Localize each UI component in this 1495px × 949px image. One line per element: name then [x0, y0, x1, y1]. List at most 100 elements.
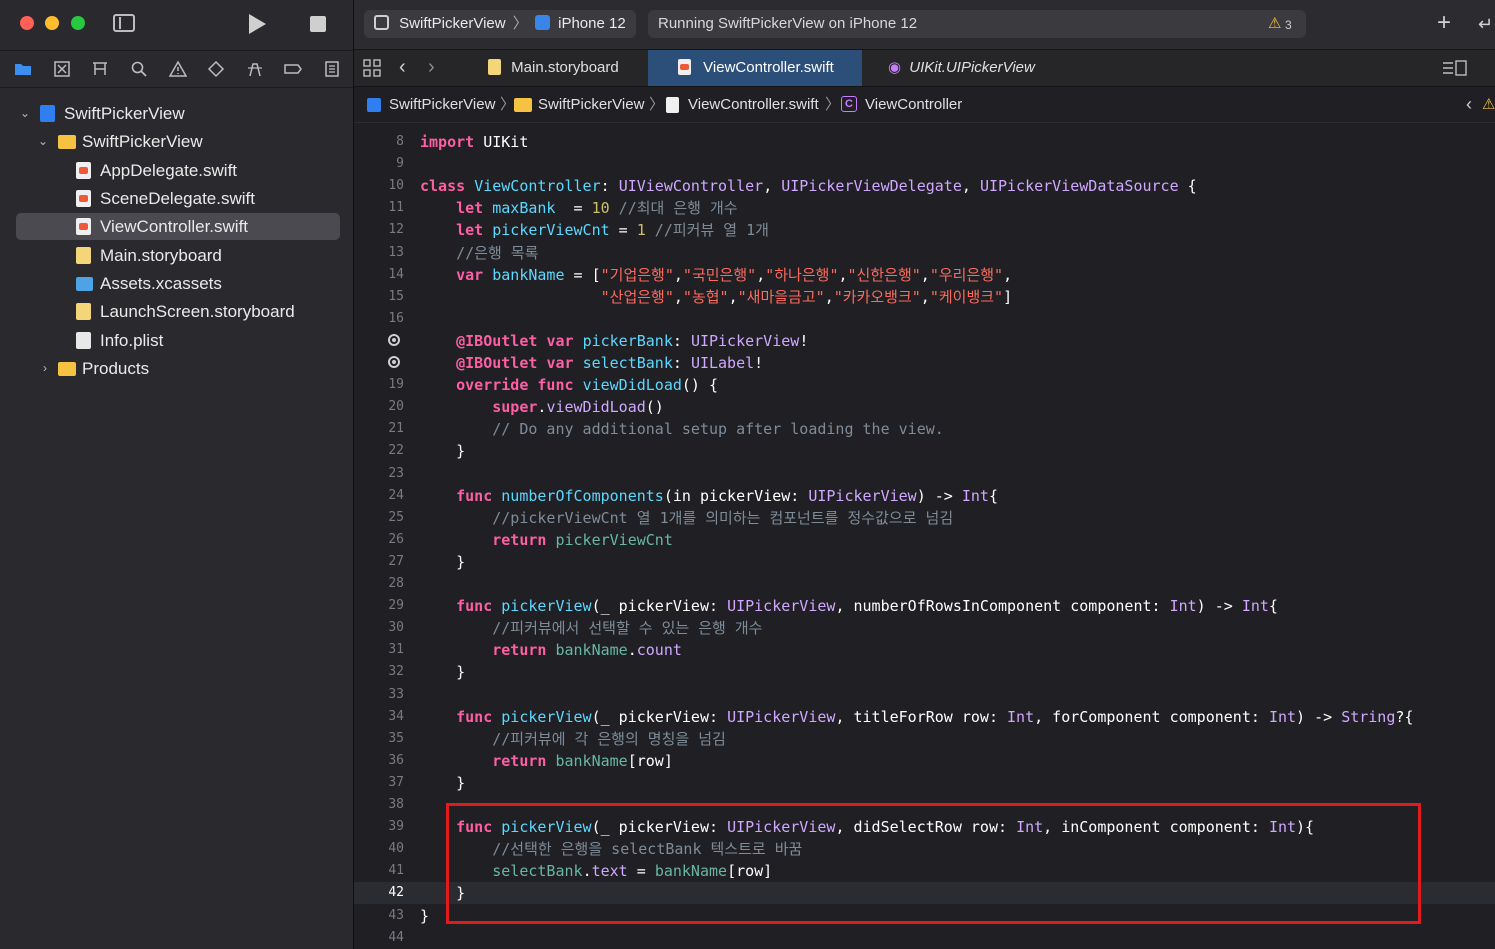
outlet-connection-icon[interactable] — [388, 356, 400, 368]
code-line[interactable]: 32 } — [354, 661, 1495, 683]
tree-item-file[interactable]: AppDelegate.swift — [16, 157, 340, 184]
run-icon[interactable] — [249, 14, 266, 34]
forward-icon[interactable]: › — [428, 56, 435, 79]
tree-item-file[interactable]: Info.plist — [16, 327, 340, 354]
tree-item-file-selected[interactable]: ViewController.swift — [16, 213, 340, 240]
line-number[interactable]: 39 — [354, 816, 404, 838]
code-line[interactable]: 20 super.viewDidLoad() — [354, 396, 1495, 418]
line-number[interactable]: 42 — [354, 882, 404, 904]
tree-item-file[interactable]: Main.storyboard — [16, 242, 340, 269]
jumpbar-symbol[interactable]: ViewController — [865, 87, 962, 122]
line-number[interactable]: 34 — [354, 706, 404, 728]
code-line[interactable]: 24 func numberOfComponents(in pickerView… — [354, 485, 1495, 507]
code-line[interactable]: 44 — [354, 927, 1495, 949]
code-line[interactable]: 11 let maxBank = 10 //최대 은행 개수 — [354, 197, 1495, 219]
code-line[interactable]: 22 } — [354, 440, 1495, 462]
chevron-left-icon[interactable]: ‹ — [1466, 87, 1472, 122]
jumpbar-file[interactable]: ViewController.swift — [688, 87, 819, 122]
grid-icon[interactable] — [363, 59, 381, 77]
scheme-selector[interactable]: SwiftPickerView 〉 iPhone 12 — [364, 10, 636, 38]
code-line[interactable]: 33 — [354, 684, 1495, 706]
jumpbar-project[interactable]: SwiftPickerView — [389, 87, 495, 122]
line-number[interactable]: 38 — [354, 794, 404, 816]
code-line[interactable]: 13 //은행 목록 — [354, 242, 1495, 264]
find-navigator-icon[interactable] — [130, 60, 148, 78]
line-number[interactable]: 11 — [354, 197, 404, 219]
breakpoint-navigator-icon[interactable] — [284, 60, 302, 78]
test-navigator-icon[interactable] — [207, 60, 225, 78]
code-line[interactable]: 30 //피커뷰에서 선택할 수 있는 은행 개수 — [354, 617, 1495, 639]
tree-item-file[interactable]: Assets.xcassets — [16, 270, 340, 297]
stop-icon[interactable] — [310, 16, 326, 32]
code-line[interactable]: 25 //pickerViewCnt 열 1개를 의미하는 컴포넌트를 정수값으… — [354, 507, 1495, 529]
tab-uikit-uipickerview[interactable]: ◉ UIKit.UIPickerView — [878, 50, 1078, 86]
line-number[interactable]: 29 — [354, 595, 404, 617]
code-line[interactable]: 36 return bankName[row] — [354, 750, 1495, 772]
issue-navigator-icon[interactable] — [168, 60, 188, 78]
code-line[interactable]: 21 // Do any additional setup after load… — [354, 418, 1495, 440]
tab-main-storyboard[interactable]: Main.storyboard — [478, 50, 638, 86]
outlet-connection-icon[interactable] — [388, 333, 400, 346]
code-line[interactable]: 10 class ViewController: UIViewController… — [354, 175, 1495, 197]
code-line[interactable]: 26 return pickerViewCnt — [354, 529, 1495, 551]
jumpbar-group[interactable]: SwiftPickerView — [538, 87, 644, 122]
code-line[interactable]: 35 //피커뷰에 각 은행의 명칭을 넘김 — [354, 728, 1495, 750]
code-line[interactable]: 14 var bankName = ["기업은행","국민은행","하나은행",… — [354, 264, 1495, 286]
line-number[interactable]: 13 — [354, 242, 404, 264]
code-line[interactable]: 31 return bankName.count — [354, 639, 1495, 661]
code-line[interactable]: 27 } — [354, 551, 1495, 573]
line-number[interactable]: 16 — [354, 308, 404, 330]
line-number[interactable]: 40 — [354, 838, 404, 860]
line-number[interactable]: 44 — [354, 927, 404, 949]
chevron-right-icon[interactable]: › — [38, 355, 52, 382]
line-number[interactable]: 31 — [354, 639, 404, 661]
code-line[interactable]: 9 — [354, 153, 1495, 175]
line-number[interactable]: 25 — [354, 507, 404, 529]
line-number[interactable]: 12 — [354, 219, 404, 241]
line-number[interactable]: 22 — [354, 440, 404, 462]
folder-navigator-icon[interactable] — [14, 60, 32, 78]
minimize-window-button[interactable] — [45, 16, 59, 30]
warning-icon[interactable]: ⚠ — [1268, 10, 1281, 38]
line-number[interactable]: 9 — [354, 153, 404, 175]
line-number[interactable]: 15 — [354, 286, 404, 308]
code-line[interactable]: 34 func pickerView(_ pickerView: UIPicke… — [354, 706, 1495, 728]
line-number[interactable]: 36 — [354, 750, 404, 772]
code-line[interactable]: @IBOutlet var pickerBank: UIPickerView! — [354, 330, 1495, 352]
source-control-navigator-icon[interactable] — [53, 60, 71, 78]
line-number[interactable]: 10 — [354, 175, 404, 197]
debug-navigator-icon[interactable] — [246, 60, 264, 78]
return-icon[interactable]: ↵ — [1478, 12, 1493, 36]
chevron-down-icon[interactable]: ⌄ — [18, 100, 32, 127]
code-line[interactable]: 8 import UIKit — [354, 131, 1495, 153]
tree-item-project[interactable]: ⌄ SwiftPickerView — [16, 100, 340, 127]
tree-item-file[interactable]: SceneDelegate.swift — [16, 185, 340, 212]
line-number[interactable]: 32 — [354, 661, 404, 683]
code-line[interactable]: 12 let pickerViewCnt = 1 //피커뷰 열 1개 — [354, 219, 1495, 241]
line-number[interactable]: 21 — [354, 418, 404, 440]
symbol-navigator-icon[interactable] — [91, 60, 109, 78]
line-number[interactable]: 37 — [354, 772, 404, 794]
close-window-button[interactable] — [20, 16, 34, 30]
tab-viewcontroller-swift[interactable]: ViewController.swift — [648, 50, 862, 86]
line-number[interactable]: 8 — [354, 131, 404, 153]
line-number[interactable]: 27 — [354, 551, 404, 573]
tree-item-group[interactable]: ⌄ SwiftPickerView — [16, 128, 340, 155]
back-icon[interactable]: ‹ — [399, 56, 406, 79]
line-number[interactable]: 41 — [354, 860, 404, 882]
inspector-toggle-icon[interactable] — [1442, 59, 1468, 77]
code-line[interactable]: 28 — [354, 573, 1495, 595]
code-line[interactable]: @IBOutlet var selectBank: UILabel! — [354, 352, 1495, 374]
code-line[interactable]: 37 } — [354, 772, 1495, 794]
code-line[interactable]: 15 "산업은행","농협","새마을금고","카카오뱅크","케이뱅크"] — [354, 286, 1495, 308]
code-line[interactable]: 19 override func viewDidLoad() { — [354, 374, 1495, 396]
tree-item-file[interactable]: LaunchScreen.storyboard — [16, 298, 340, 325]
line-number[interactable]: 30 — [354, 617, 404, 639]
chevron-down-icon[interactable]: ⌄ — [36, 128, 50, 155]
line-number[interactable]: 26 — [354, 529, 404, 551]
line-number[interactable]: 14 — [354, 264, 404, 286]
line-number[interactable]: 20 — [354, 396, 404, 418]
tree-item-products[interactable]: › Products — [16, 355, 340, 382]
sidebar-toggle-icon[interactable] — [113, 14, 135, 32]
warning-icon[interactable]: ⚠ — [1482, 87, 1495, 122]
